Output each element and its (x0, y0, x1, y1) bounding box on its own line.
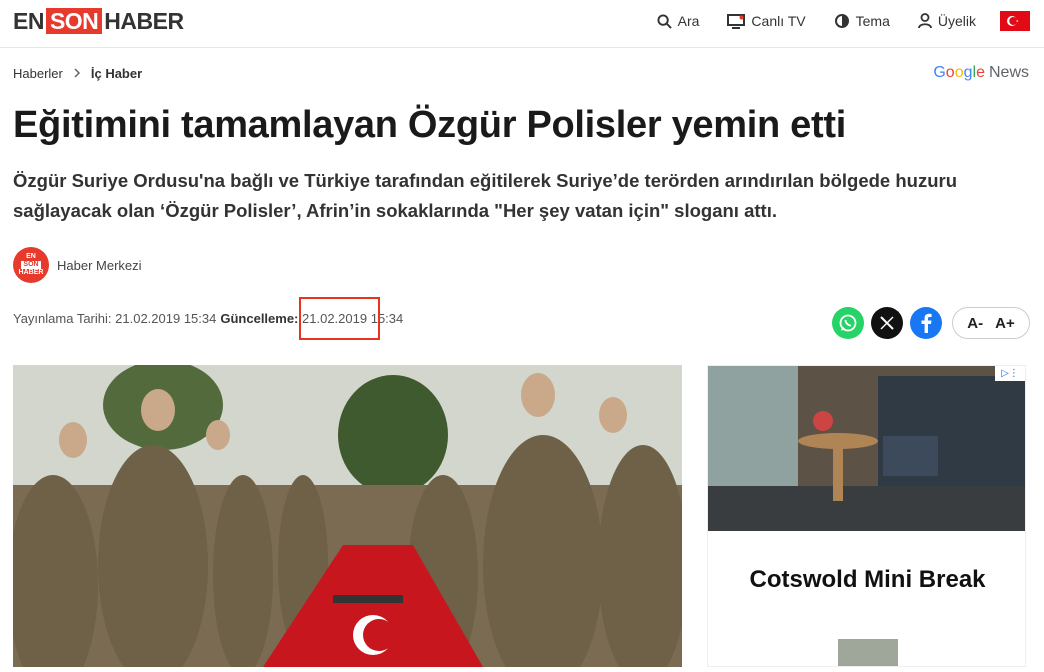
highlight-box (299, 297, 380, 340)
google-wordmark: Google (933, 64, 985, 81)
site-header: EN SON HABER Ara Canlı TV Tema Üyelik (0, 0, 1044, 48)
ad-choices-icon[interactable]: ▷⋮ (995, 366, 1025, 381)
tv-icon (727, 13, 746, 29)
logo-son: SON (45, 8, 103, 34)
breadcrumb: Haberler İç Haber (13, 66, 142, 81)
share-bar: A- A+ (825, 307, 1030, 339)
nav-theme[interactable]: Tema (834, 13, 890, 29)
chevron-right-icon (73, 66, 81, 81)
nav-theme-label: Tema (855, 13, 890, 29)
turkey-flag-icon[interactable] (1000, 11, 1030, 31)
font-increase-button[interactable]: A+ (995, 315, 1015, 332)
whatsapp-icon (839, 314, 857, 332)
avatar-mid: SON (21, 261, 41, 269)
nav-membership-label: Üyelik (937, 13, 976, 29)
search-icon (657, 13, 672, 29)
news-label: News (988, 64, 1029, 81)
avatar-top: EN (26, 253, 36, 260)
article-main-image (13, 365, 682, 667)
site-logo[interactable]: EN SON HABER (13, 8, 184, 34)
ad-thumbnail (838, 639, 898, 666)
published-label: Yayınlama Tarihi: (13, 311, 112, 326)
updated-label: Güncelleme: (220, 311, 299, 326)
logo-haber: HABER (104, 7, 184, 34)
whatsapp-share-button[interactable] (832, 307, 864, 339)
nav-search-label: Ara (677, 13, 700, 29)
article-title: Eğitimini tamamlayan Özgür Polisler yemi… (13, 104, 846, 146)
nav-membership[interactable]: Üyelik (917, 13, 976, 29)
avatar: EN SON HABER (13, 247, 49, 283)
breadcrumb-current[interactable]: İç Haber (91, 66, 142, 81)
article-lead: Özgür Suriye Ordusu'na bağlı ve Türkiye … (13, 170, 957, 221)
user-icon (917, 13, 932, 29)
nav-live-tv-label: Canlı TV (751, 13, 806, 29)
x-share-button[interactable] (871, 307, 903, 339)
nav-search[interactable]: Ara (657, 13, 700, 29)
avatar-bottom: HABER (18, 269, 44, 276)
ad-title: Cotswold Mini Break (749, 566, 986, 593)
ad-image (708, 366, 1025, 531)
font-size-control: A- A+ (952, 307, 1030, 339)
breadcrumb-home[interactable]: Haberler (13, 66, 63, 81)
font-decrease-button[interactable]: A- (967, 315, 983, 332)
theme-icon (834, 14, 849, 28)
x-icon (880, 316, 894, 330)
author-name: Haber Merkezi (57, 257, 142, 273)
facebook-share-button[interactable] (910, 307, 942, 339)
top-nav: Ara Canlı TV Tema Üyelik (629, 10, 1030, 32)
advertisement[interactable]: ▷⋮ Cotswold Mini Break (707, 365, 1026, 667)
published-value: 21.02.2019 15:34 (115, 311, 217, 326)
logo-en: EN (13, 7, 44, 34)
author-block[interactable]: EN SON HABER Haber Merkezi (13, 247, 142, 283)
google-news-link[interactable]: Google News (933, 64, 1029, 82)
nav-live-tv[interactable]: Canlı TV (727, 13, 806, 29)
facebook-icon (921, 313, 932, 333)
